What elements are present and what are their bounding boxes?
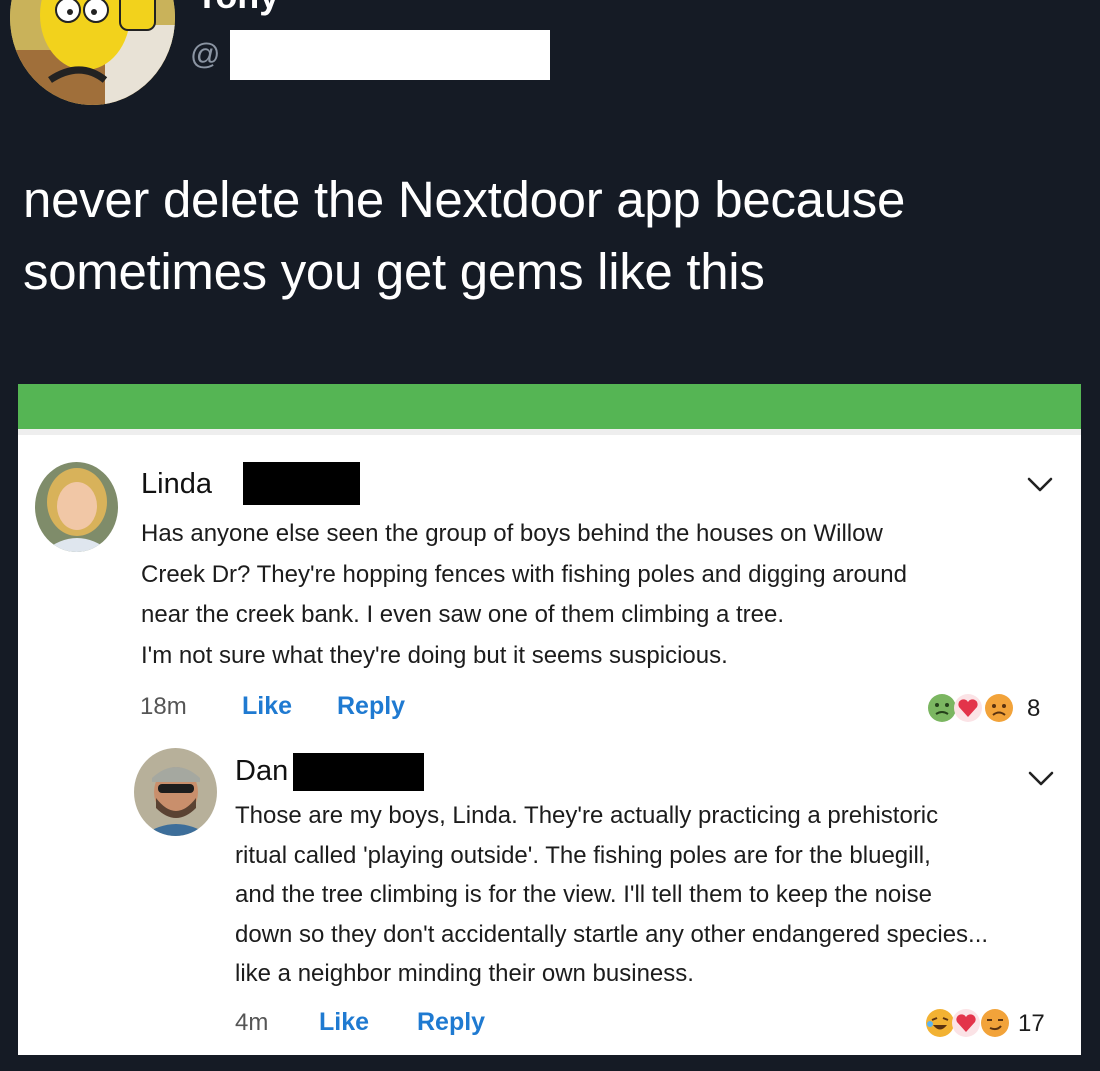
like-button[interactable]: Like [242, 691, 292, 721]
author-surname-redaction [243, 462, 360, 505]
profile-photo-icon [134, 748, 217, 836]
handle-redaction-box [230, 30, 550, 80]
comment-body: Those are my boys, Linda. They're actual… [235, 802, 989, 987]
comment-timestamp: 4m [235, 1009, 269, 1036]
reply-button[interactable]: Reply [417, 1007, 485, 1037]
embedded-screenshot: Linda Has anyone else seen the group of … [18, 384, 1081, 1055]
comment-avatar[interactable] [35, 462, 118, 552]
comment-author[interactable]: Dan [235, 754, 288, 788]
chevron-down-icon[interactable] [1027, 770, 1055, 788]
heart-icon [952, 1009, 980, 1037]
nextdoor-header-bar [18, 384, 1081, 429]
comment-author[interactable]: Linda [141, 467, 212, 501]
comment-body: Has anyone else seen the group of boys b… [141, 520, 907, 669]
author-surname-redaction [293, 753, 424, 791]
sad-emoji-icon [985, 694, 1013, 722]
handle-at-symbol: @ [190, 38, 221, 71]
cartoon-avatar-icon [10, 0, 175, 105]
tweet-text: never delete the Nextdoor app because so… [23, 171, 906, 300]
comment-avatar[interactable] [134, 748, 217, 836]
profile-photo-icon [35, 462, 118, 552]
reply-button[interactable]: Reply [337, 691, 405, 721]
display-name[interactable]: Tony [196, 0, 279, 16]
like-button[interactable]: Like [319, 1007, 369, 1037]
smirk-emoji-icon [981, 1009, 1009, 1037]
heart-icon [954, 694, 982, 722]
reaction-count: 17 [1018, 1010, 1045, 1037]
chevron-down-icon[interactable] [1026, 476, 1054, 494]
profile-avatar[interactable] [10, 0, 175, 105]
header-divider [18, 429, 1081, 435]
reaction-count: 8 [1027, 695, 1041, 722]
comment-timestamp: 18m [140, 693, 187, 720]
